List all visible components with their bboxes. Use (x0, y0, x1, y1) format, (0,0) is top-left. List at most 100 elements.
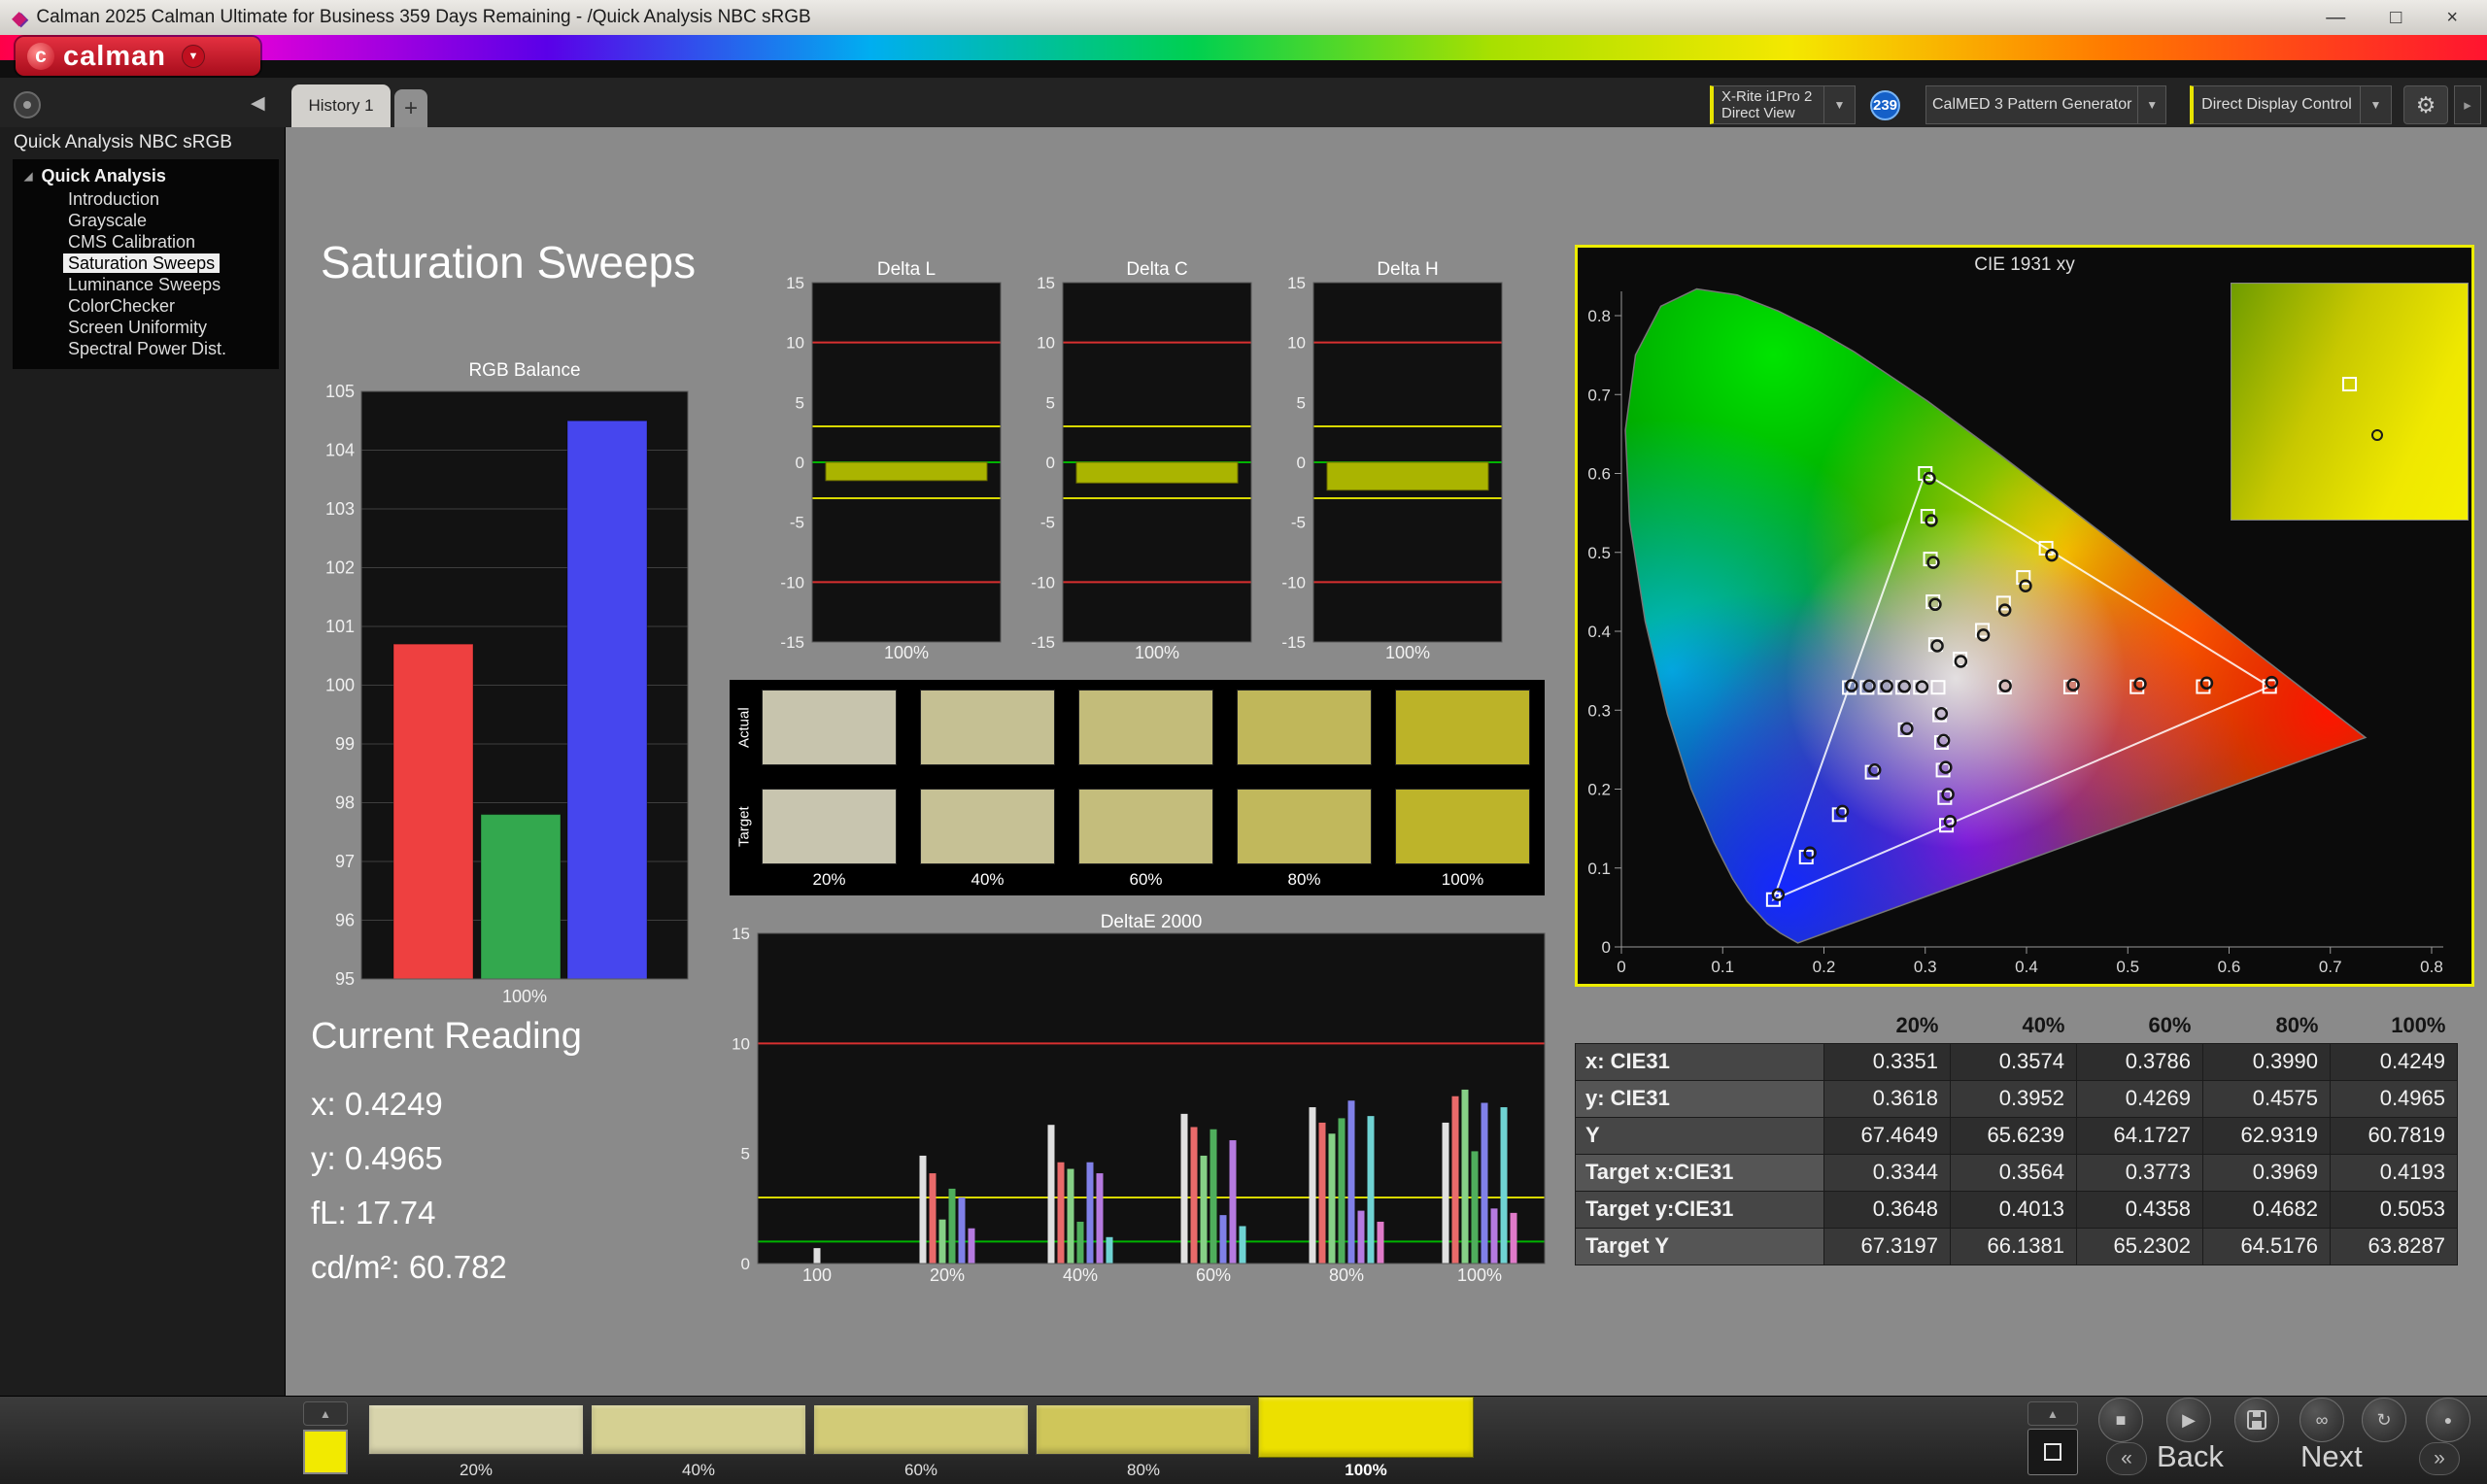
chevron-down-icon[interactable]: ▼ (2360, 86, 2391, 123)
infinity-icon: ∞ (2315, 1409, 2329, 1430)
svg-text:98: 98 (335, 793, 355, 813)
pattern-swatch-20%[interactable] (368, 1404, 584, 1455)
expander-icon[interactable]: ◢ (24, 170, 32, 183)
svg-text:0.3: 0.3 (1914, 958, 1937, 976)
main-content: Saturation Sweeps RGB Balance 95 96 97 98 99… (286, 127, 2487, 1396)
swatch-actual-60% (1078, 690, 1213, 765)
calman-logo[interactable]: c calman ▼ (16, 37, 260, 76)
value-cell: 65.6239 (1950, 1116, 2077, 1155)
pattern-swatch-100%[interactable] (1258, 1397, 1474, 1458)
continuous-measure-button[interactable]: ∞ (2300, 1398, 2344, 1442)
chevron-down-icon[interactable]: ▼ (2137, 86, 2165, 123)
cie-chart-pane[interactable]: 0 0.1 0.2 0.3 0.4 0.5 0.6 0.7 0.8 0.8 0.7 0.6 0.5 0.4… (1575, 245, 2474, 987)
svg-text:0.5: 0.5 (2116, 958, 2139, 976)
stop-button[interactable]: ■ (2098, 1398, 2143, 1442)
chevron-down-icon[interactable]: ▼ (1823, 86, 1855, 123)
sidebar-item-luminance-sweeps[interactable]: Luminance Sweeps (13, 274, 279, 295)
panel-menu-button[interactable] (14, 91, 41, 118)
next-label[interactable]: Next (2300, 1439, 2363, 1474)
sidebar-item-cms-calibration[interactable]: CMS Calibration (13, 231, 279, 253)
pattern-swatch-80%[interactable] (1036, 1404, 1251, 1455)
swatch-col-label: 20% (812, 870, 846, 889)
record-button[interactable]: ● (2426, 1398, 2470, 1442)
value-cell: 0.3969 (2202, 1153, 2331, 1192)
add-tab-button[interactable]: + (394, 89, 427, 127)
maximize-button[interactable]: □ (2390, 7, 2402, 29)
swatch-target-80% (1237, 789, 1372, 864)
svg-text:10: 10 (1037, 334, 1055, 353)
save-button[interactable] (2234, 1398, 2279, 1442)
sidebar-item-introduction[interactable]: Introduction (13, 188, 279, 210)
square-icon (2044, 1443, 2061, 1461)
close-button[interactable]: × (2446, 7, 2458, 29)
swatch-col-label: 60% (1129, 870, 1163, 889)
back-label[interactable]: Back (2157, 1439, 2224, 1474)
svg-text:0.2: 0.2 (1587, 781, 1611, 799)
logo-dropdown-icon[interactable]: ▼ (181, 45, 205, 68)
svg-text:10: 10 (786, 334, 804, 353)
value-cell: 62.9319 (2202, 1116, 2331, 1155)
value-cell: 0.4358 (2076, 1190, 2203, 1229)
target-marker (2342, 377, 2357, 391)
sidebar-item-screen-uniformity[interactable]: Screen Uniformity (13, 317, 279, 338)
pattern-swatch-label: 60% (903, 1461, 938, 1479)
svg-text:-5: -5 (790, 514, 804, 532)
value-cell: 0.4193 (2330, 1153, 2458, 1192)
svg-text:5: 5 (1046, 393, 1055, 412)
sidebar-item-spectral-power-dist-[interactable]: Spectral Power Dist. (13, 338, 279, 359)
tab-bar: History 1 + X-Rite i1Pro 2 Direct View ▼… (0, 78, 2487, 127)
sidebar-item-saturation-sweeps[interactable]: Saturation Sweeps (13, 253, 279, 274)
table-row: x: CIE31 0.3351 0.3574 0.3786 0.3990 0.4249 (1575, 1042, 2458, 1081)
dock-panel-button[interactable]: ▸ (2454, 85, 2481, 124)
deltae-chart: 15 10 5 0 100 20% 40% 60% 80% 100% (732, 926, 1546, 1285)
window-title: Calman 2025 Calman Ultimate for Business… (36, 7, 811, 27)
reading-line: cd/m²: 60.782 (311, 1249, 507, 1285)
sidebar-item-grayscale[interactable]: Grayscale (13, 210, 279, 231)
collapse-sidebar-button[interactable]: ◀ (251, 92, 265, 115)
app-icon: ◆ (12, 7, 27, 29)
refresh-button[interactable]: ↻ (2362, 1398, 2406, 1442)
svg-text:0.2: 0.2 (1813, 958, 1836, 976)
table-row: Y 67.4649 65.6239 64.1727 62.9319 60.7819 (1575, 1116, 2458, 1155)
calman-logo-icon: c (27, 43, 54, 70)
cie-zoom-inset (2231, 283, 2469, 521)
titlebar: ◆ Calman 2025 Calman Ultimate for Busine… (0, 0, 2487, 35)
display-control-dropdown[interactable]: Direct Display Control ▼ (2190, 85, 2392, 124)
svg-text:-15: -15 (1281, 633, 1306, 652)
svg-text:10: 10 (1287, 334, 1306, 353)
delta-l-chart: 15 10 5 0 -5 -10 -15 100% (780, 274, 1002, 662)
value-cell: 0.3564 (1950, 1153, 2077, 1192)
pattern-window-button[interactable] (2027, 1429, 2078, 1475)
svg-text:96: 96 (335, 911, 355, 930)
current-pattern-swatch[interactable] (303, 1430, 348, 1474)
pattern-swatch-label: 80% (1126, 1461, 1161, 1479)
pattern-swatch-60%[interactable] (813, 1404, 1029, 1455)
meter-dropdown[interactable]: X-Rite i1Pro 2 Direct View ▼ (1710, 85, 1856, 124)
pattern-swatch-40%[interactable] (591, 1404, 806, 1455)
value-cell: 0.3618 (1823, 1079, 1951, 1118)
pattern-generator-dropdown[interactable]: CalMED 3 Pattern Generator ▼ (1925, 85, 2166, 124)
value-cell: 0.4249 (2330, 1042, 2458, 1081)
tree-root-quick-analysis[interactable]: ◢ Quick Analysis (13, 163, 279, 188)
swatch-actual-40% (920, 690, 1055, 765)
minimize-button[interactable]: — (2326, 7, 2345, 29)
table-header-cell: 40% (2022, 1012, 2065, 1037)
gear-icon[interactable]: ⚙ (2403, 85, 2448, 124)
sidebar-item-colorchecker[interactable]: ColorChecker (13, 295, 279, 317)
pattern-eject-button[interactable]: ▲ (303, 1401, 348, 1426)
value-cell: 64.1727 (2076, 1116, 2203, 1155)
row-label-cell: x: CIE31 (1575, 1042, 1824, 1081)
next-button[interactable]: » (2419, 1442, 2460, 1475)
swatch-row-label-actual: Actual (735, 707, 753, 748)
swatch-target-100% (1395, 789, 1530, 864)
svg-text:100: 100 (802, 1265, 832, 1285)
svg-text:100%: 100% (1385, 643, 1430, 662)
value-cell: 0.3773 (2076, 1153, 2203, 1192)
back-button[interactable]: « (2106, 1442, 2147, 1475)
svg-text:60%: 60% (1196, 1265, 1231, 1285)
row-label-cell: Y (1575, 1116, 1824, 1155)
svg-text:100%: 100% (1135, 643, 1179, 662)
transport-eject-button[interactable]: ▲ (2027, 1401, 2078, 1426)
tab-history-1[interactable]: History 1 (291, 84, 391, 127)
play-button[interactable]: ▶ (2166, 1398, 2211, 1442)
